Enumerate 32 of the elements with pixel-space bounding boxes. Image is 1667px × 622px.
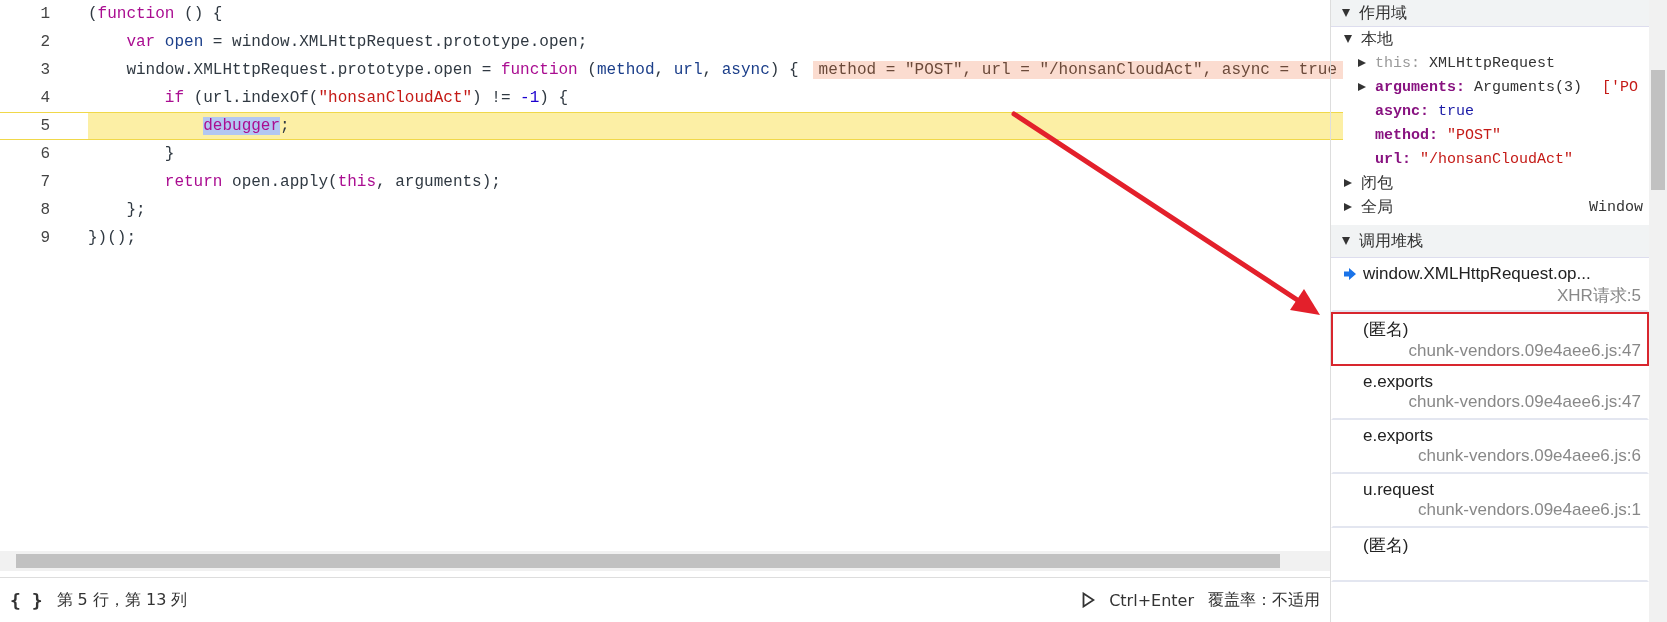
section-header[interactable]: 作用域 <box>1331 0 1649 27</box>
call-stack-frame[interactable]: (匿名) chunk-vendors.09e4aee6.js:47 <box>1331 312 1649 366</box>
code-line: }; <box>125 201 146 219</box>
coverage-status: 覆盖率：不适用 <box>1208 589 1320 611</box>
vertical-scrollbar[interactable] <box>1649 0 1667 622</box>
expand-triangle-icon <box>1357 82 1367 92</box>
horizontal-scrollbar[interactable] <box>0 551 1330 571</box>
scope-property[interactable]: async: true <box>1331 99 1649 123</box>
code-line: (function () { <box>88 5 223 23</box>
code-line: window.XMLHttpRequest.prototype.open = function (method, url, async) { <box>125 61 799 79</box>
expand-triangle-icon <box>1357 58 1367 68</box>
code-line: })(); <box>88 229 136 247</box>
expand-triangle-icon <box>1341 8 1351 18</box>
run-shortcut: Ctrl+Enter <box>1109 590 1194 610</box>
scope-group[interactable]: 全局 Window <box>1331 195 1649 219</box>
cursor-position: 第 5 行，第 13 列 <box>56 589 188 611</box>
code-line: if (url.indexOf("honsanCloudAct") != -1) { <box>163 89 569 107</box>
run-icon[interactable] <box>1082 592 1096 608</box>
expand-triangle-icon <box>1343 202 1353 212</box>
section-header[interactable]: 调用堆栈 <box>1331 225 1649 258</box>
code-line: var open = window.XMLHttpRequest.prototype.open; <box>125 33 588 51</box>
code-line: return open.apply(this, arguments); <box>163 173 501 191</box>
code-line: } <box>163 145 175 163</box>
expand-triangle-icon <box>1341 236 1351 246</box>
expand-triangle-icon <box>1343 34 1353 44</box>
line-number: 5 <box>0 113 88 139</box>
scope-group[interactable]: 本地 <box>1331 27 1649 51</box>
format-button[interactable]: { } <box>10 589 43 611</box>
scope-property[interactable]: method: "POST" <box>1331 123 1649 147</box>
scope-group[interactable]: 闭包 <box>1331 171 1649 195</box>
scope-property[interactable]: url: "/honsanCloudAct" <box>1331 147 1649 171</box>
expand-triangle-icon <box>1343 178 1353 188</box>
